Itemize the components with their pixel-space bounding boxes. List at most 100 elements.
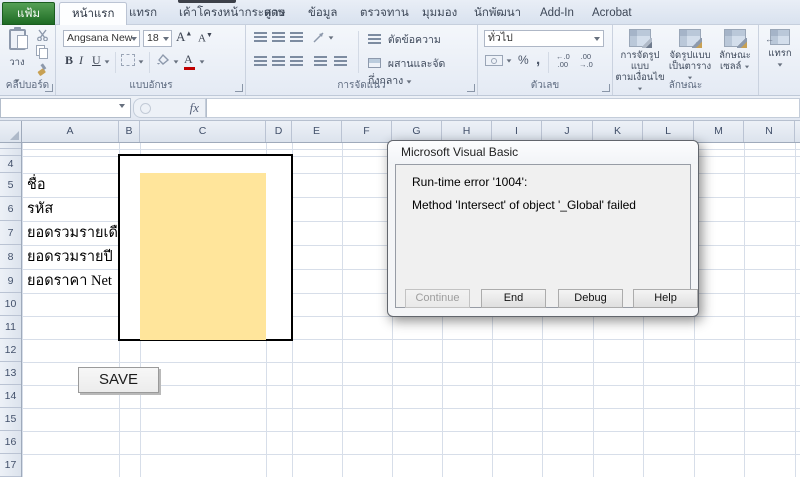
col-header-D[interactable]: D — [266, 121, 292, 142]
font-color-dropdown[interactable] — [200, 60, 205, 63]
tab-formulas[interactable]: สูตร — [252, 2, 297, 25]
tab-view[interactable]: มุมมอง — [410, 2, 469, 25]
orientation-icon[interactable] — [312, 31, 326, 44]
shrink-font-button[interactable]: A▼ — [198, 31, 213, 45]
align-left-icon[interactable] — [254, 56, 267, 67]
fill-color-icon[interactable] — [155, 52, 171, 67]
number-format-combo[interactable]: ทั่วไป — [484, 30, 604, 47]
group-font: Angsana New 18 A▲ A▼ B I U A แบบ — [57, 25, 246, 95]
end-button[interactable]: End — [481, 289, 546, 308]
group-styles: การจัดรูปแบบ ตามเงื่อนไข จัดรูปแบบ เป็นต… — [613, 25, 759, 95]
col-header-N[interactable]: N — [744, 121, 795, 142]
font-group-label: แบบอักษร — [57, 78, 245, 93]
col-header-K[interactable]: K — [593, 121, 643, 142]
col-header-G[interactable]: G — [392, 121, 442, 142]
wrap-text-icon — [368, 34, 381, 44]
name-box[interactable] — [0, 98, 131, 118]
col-header-H[interactable]: H — [442, 121, 492, 142]
highlighted-input-range[interactable] — [140, 173, 266, 340]
font-size-combo[interactable]: 18 — [143, 30, 172, 47]
insert-function-icon[interactable]: fx — [190, 100, 199, 116]
cell-A8[interactable]: ยอดรวมรายปี — [24, 245, 113, 269]
align-center-icon[interactable] — [272, 56, 285, 67]
col-header-E[interactable]: E — [292, 121, 342, 142]
alignment-group-label: การจัดแนว — [246, 78, 477, 93]
cell-A9[interactable]: ยอดราคา Net — [24, 269, 112, 293]
save-button[interactable]: SAVE — [78, 367, 159, 393]
conditional-formatting-icon — [629, 29, 651, 47]
col-header-C[interactable]: C — [140, 121, 266, 142]
gridline — [342, 143, 343, 477]
col-header-A[interactable]: A — [22, 121, 119, 142]
number-dialog-launcher[interactable] — [602, 84, 610, 92]
gridline — [22, 408, 800, 409]
continue-button: Continue — [405, 289, 470, 308]
tab-developer[interactable]: นักพัฒนา — [462, 2, 533, 25]
format-as-table-icon — [679, 29, 701, 47]
underline-dropdown[interactable] — [105, 60, 110, 63]
col-header-J[interactable]: J — [542, 121, 593, 142]
align-right-icon[interactable] — [290, 56, 303, 67]
cell-A6[interactable]: รหัส — [24, 197, 53, 221]
dialog-body: Run-time error '1004': Method 'Intersect… — [395, 164, 691, 308]
grow-font-button[interactable]: A▲ — [176, 29, 192, 45]
italic-button[interactable]: I — [79, 53, 83, 68]
name-box-dropdown[interactable] — [119, 104, 125, 108]
insert-cells-icon: ← — [770, 29, 790, 45]
accounting-format-icon[interactable] — [485, 55, 503, 66]
help-button[interactable]: Help — [633, 289, 698, 308]
comma-style-button[interactable]: , — [536, 51, 540, 68]
formula-input[interactable] — [206, 98, 800, 118]
tab-file[interactable]: แฟ้ม — [2, 2, 55, 25]
select-all-corner[interactable] — [0, 121, 22, 142]
alignment-dialog-launcher[interactable] — [467, 84, 475, 92]
cell-styles-icon — [724, 29, 746, 47]
tab-addin[interactable]: Add-In — [528, 2, 586, 25]
copy-icon[interactable] — [36, 45, 45, 56]
fx-zone: fx — [133, 98, 206, 118]
col-header-M[interactable]: M — [694, 121, 744, 142]
number-group-label: ตัวเลข — [478, 78, 612, 93]
format-painter-icon[interactable] — [36, 63, 48, 76]
dialog-title-bar[interactable]: Microsoft Visual Basic — [388, 141, 698, 164]
insert-cells-button[interactable]: ← แทรก — [760, 27, 800, 93]
col-header-F[interactable]: F — [342, 121, 392, 142]
gridline — [22, 431, 800, 432]
clipboard-dialog-launcher[interactable] — [45, 84, 53, 92]
formula-bar: fx — [0, 96, 800, 121]
align-middle-icon[interactable] — [272, 32, 285, 43]
debug-button[interactable]: Debug — [558, 289, 623, 308]
tab-data[interactable]: ข้อมูล — [296, 2, 349, 25]
group-number: ทั่วไป % , ←.0.00 .00→.0 ตัวเลข — [478, 25, 613, 95]
ribbon: วาง คลิปบอร์ด Angsana New — [0, 25, 800, 96]
gridline — [22, 454, 800, 455]
cut-icon[interactable] — [36, 29, 49, 41]
underline-button[interactable]: U — [92, 53, 101, 68]
paste-button[interactable]: วาง — [5, 28, 29, 80]
tab-insert[interactable]: แทรก — [117, 2, 169, 25]
gridline — [744, 143, 745, 477]
cell-A5[interactable]: ชื่อ — [24, 173, 46, 197]
align-top-icon[interactable] — [254, 32, 267, 43]
bold-button[interactable]: B — [65, 53, 73, 68]
wrap-text-button[interactable]: ตัดข้อความ — [368, 31, 441, 48]
align-bottom-icon[interactable] — [290, 32, 303, 43]
decrease-decimal-button[interactable]: .00→.0 — [579, 53, 593, 69]
col-header-I[interactable]: I — [492, 121, 542, 142]
col-header-B[interactable]: B — [119, 121, 140, 142]
increase-indent-icon[interactable] — [334, 56, 347, 67]
font-name-combo[interactable]: Angsana New — [63, 30, 140, 47]
borders-dropdown[interactable] — [139, 60, 144, 63]
col-header-L[interactable]: L — [643, 121, 694, 142]
fill-color-dropdown[interactable] — [174, 60, 179, 63]
increase-decimal-button[interactable]: ←.0.00 — [556, 53, 570, 69]
decrease-indent-icon[interactable] — [314, 56, 327, 67]
percent-style-button[interactable]: % — [518, 53, 529, 67]
styles-group-label: ลักษณะ — [613, 78, 758, 93]
font-dialog-launcher[interactable] — [235, 84, 243, 92]
font-color-icon[interactable]: A — [184, 52, 195, 70]
borders-icon[interactable] — [121, 54, 135, 66]
tab-acrobat[interactable]: Acrobat — [580, 2, 644, 25]
vb-error-dialog: Microsoft Visual Basic Run-time error '1… — [387, 140, 699, 317]
gridline — [22, 362, 800, 363]
